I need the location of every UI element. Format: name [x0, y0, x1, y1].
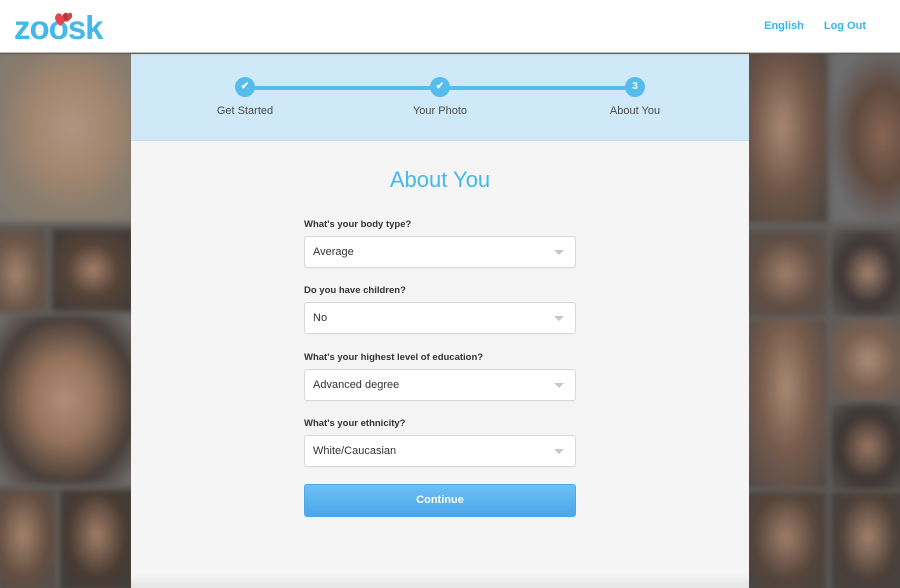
field-label: What's your body type? [304, 219, 412, 230]
step-label: About You [609, 105, 661, 117]
select-value: Average [313, 246, 354, 258]
body-type-select[interactable]: Average [304, 236, 576, 268]
step-about-you: 3 About You [575, 77, 695, 117]
continue-button[interactable]: Continue [304, 484, 576, 517]
field-label: What's your ethnicity? [304, 418, 406, 429]
chevron-down-icon [554, 383, 564, 388]
step-label: Your Photo [412, 105, 468, 117]
progress-stepper: ✔ Get Started ✔ Your Photo 3 About You [131, 54, 749, 141]
chevron-down-icon [554, 449, 564, 454]
step-number: 3 [625, 77, 645, 97]
heart-icon [55, 12, 73, 26]
education-select[interactable]: Advanced degree [304, 369, 576, 401]
chevron-down-icon [554, 316, 564, 321]
left-photo-collage [0, 54, 131, 588]
right-photo-collage [749, 54, 900, 588]
children-field: Do you have children? No [304, 285, 576, 334]
step-get-started: ✔ Get Started [185, 77, 305, 117]
ethnicity-field: What's your ethnicity? White/Caucasian [304, 418, 576, 467]
select-value: No [313, 312, 328, 324]
header-nav: English Log Out [764, 20, 866, 32]
children-select[interactable]: No [304, 302, 576, 334]
step-label: Get Started [216, 105, 274, 117]
education-field: What's your highest level of education? … [304, 352, 576, 401]
page-title: About You [389, 167, 491, 192]
logout-link[interactable]: Log Out [824, 20, 866, 32]
step-your-photo: ✔ Your Photo [380, 77, 500, 117]
check-icon: ✔ [235, 77, 255, 97]
select-value: White/Caucasian [313, 445, 397, 457]
select-value: Advanced degree [313, 379, 400, 391]
field-label: What's your highest level of education? [304, 352, 484, 363]
language-link[interactable]: English [764, 20, 804, 32]
zoosk-logo[interactable]: zoosk [14, 7, 114, 46]
top-header: zoosk English Log Out [0, 0, 900, 53]
chevron-down-icon [554, 250, 564, 255]
body-type-field: What's your body type? Average [304, 219, 576, 268]
check-icon: ✔ [430, 77, 450, 97]
ethnicity-select[interactable]: White/Caucasian [304, 435, 576, 467]
onboarding-panel: ✔ Get Started ✔ Your Photo 3 About You A… [131, 54, 749, 588]
field-label: Do you have children? [304, 285, 406, 296]
